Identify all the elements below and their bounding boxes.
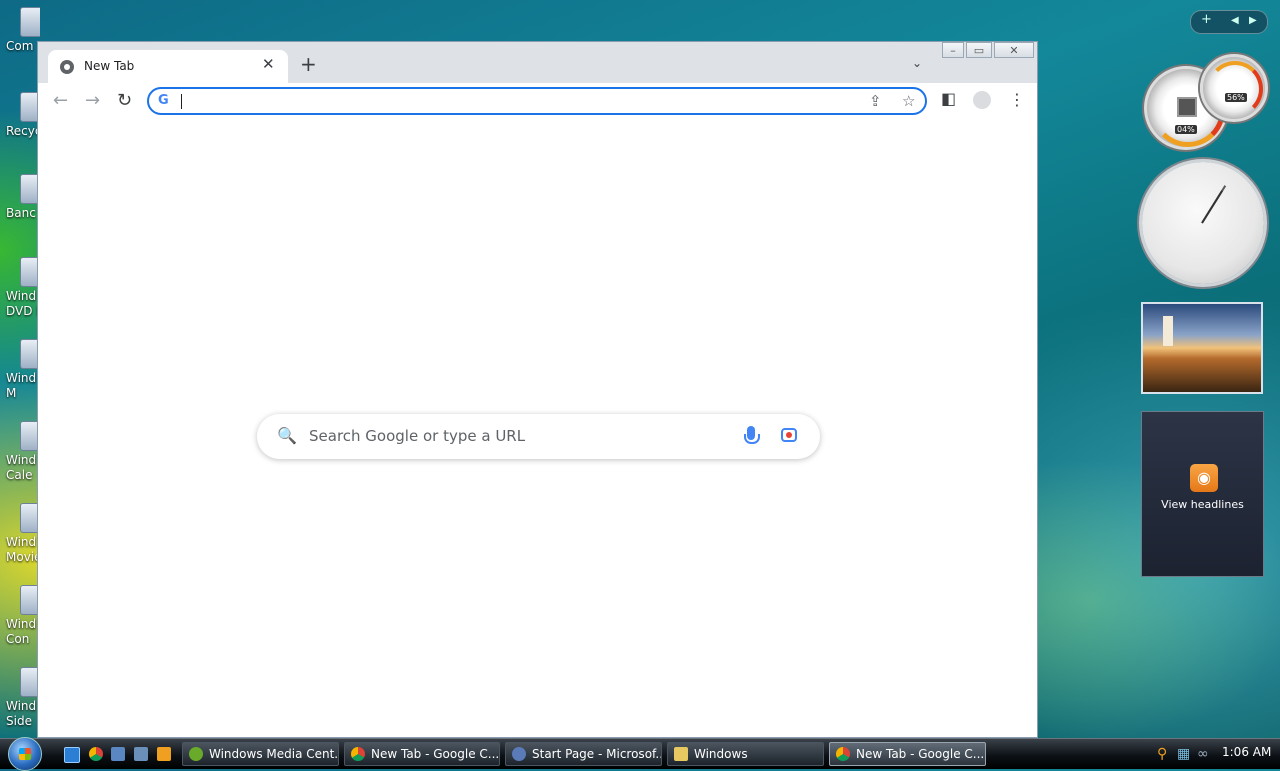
ntp-search-placeholder: Search Google or type a URL [309, 427, 526, 445]
taskbar-button[interactable]: Start Page - Microsof... [505, 742, 662, 766]
desktop-icon-label: Banc [6, 206, 36, 220]
desktop-icon-movie-maker[interactable]: Wind Movie [0, 501, 40, 571]
switch-windows-icon[interactable] [134, 747, 148, 761]
desktop-icon-computer[interactable]: Com [0, 5, 40, 75]
side-panel-icon[interactable]: ◧ [941, 89, 956, 108]
ie-quicklaunch-icon[interactable] [64, 747, 80, 763]
profile-icon[interactable] [973, 91, 991, 109]
microphone-icon[interactable] [744, 426, 760, 444]
chrome-icon [351, 747, 365, 761]
desktop-icon-label: WindDVD M [6, 289, 40, 318]
rss-icon: ◉ [1190, 464, 1218, 492]
desktop-icon-label: Wind Side [6, 699, 37, 728]
taskbar-button-label: New Tab - Google C... [371, 747, 500, 761]
cpu-chip-icon [1177, 97, 1197, 117]
close-window-button[interactable]: ✕ [994, 42, 1034, 58]
search-icon: 🔍 [277, 426, 297, 445]
computer-icon [20, 7, 40, 37]
window-controls: – ▭ ✕ [940, 42, 1038, 59]
minimize-button[interactable]: – [942, 42, 964, 58]
feed-label[interactable]: View headlines [1142, 498, 1263, 511]
taskbar: Windows Media Cent... New Tab - Google C… [0, 737, 1280, 771]
folder-icon [674, 747, 688, 761]
desktop-icon-label: Wind Movie [6, 535, 40, 564]
menu-icon[interactable]: ⋮ [1009, 90, 1025, 109]
browser-toolbar: ← → ↻ G ⇪ ☆ ◧ ⋮ [38, 83, 1037, 121]
taskbar-button[interactable]: Windows Media Cent... [182, 742, 339, 766]
add-gadget-icon[interactable]: + [1201, 12, 1212, 27]
desktop-icon-contacts[interactable]: Wind Con [0, 583, 40, 653]
start-button[interactable] [8, 737, 42, 771]
slideshow-gadget[interactable] [1141, 302, 1263, 394]
camera-lens-icon[interactable] [781, 428, 797, 442]
desktop-icon-dvd-maker[interactable]: WindDVD M [0, 255, 40, 325]
new-tab-button[interactable]: + [300, 54, 317, 74]
new-tab-page: 🔍 Search Google or type a URL [38, 120, 1037, 737]
taskbar-clock[interactable]: 1:06 AM [1222, 745, 1271, 759]
tab-new-tab[interactable]: New Tab ✕ [48, 50, 288, 83]
visual-studio-icon [512, 747, 526, 761]
desktop-icon-label: Wind Con [6, 617, 37, 646]
chevron-down-icon[interactable]: ⌄ [912, 56, 922, 70]
memory-meter-arc [1207, 61, 1263, 117]
taskbar-button-label: Start Page - Microsof... [532, 747, 662, 761]
desktop-icon-label: Recyc [6, 124, 40, 138]
back-icon[interactable]: ← [53, 90, 68, 111]
network-tray-icon[interactable]: ▦ [1177, 746, 1190, 762]
volume-tray-icon[interactable]: ∞ [1197, 746, 1209, 762]
memory-percent: 56% [1225, 93, 1247, 102]
taskbar-button[interactable]: Windows [667, 742, 824, 766]
close-icon[interactable]: ✕ [262, 55, 275, 73]
taskbar-button-label: New Tab - Google C... [856, 747, 985, 761]
desktop-icon-label: Com [6, 39, 34, 53]
desktop-icon-recycle-bin[interactable]: Recyc [0, 90, 40, 160]
maximize-button[interactable]: ▭ [966, 42, 992, 58]
tab-title: New Tab [84, 59, 135, 73]
chrome-favicon-icon [60, 60, 74, 74]
desktop-icon-calendar[interactable]: Wind Cale [0, 419, 40, 489]
taskbar-button[interactable]: New Tab - Google C... [344, 742, 500, 766]
cpu-percent: 04% [1175, 125, 1197, 134]
desktop-icon-sidebar[interactable]: Wind Side [0, 665, 40, 735]
previous-icon[interactable]: ◀ [1231, 15, 1239, 26]
taskbar-button-label: Windows [694, 747, 748, 761]
address-bar[interactable]: G ⇪ ☆ [147, 87, 927, 115]
share-icon[interactable]: ⇪ [869, 92, 882, 110]
reload-icon[interactable]: ↻ [117, 90, 132, 111]
star-icon[interactable]: ☆ [902, 92, 915, 110]
desktop-icon-banc[interactable]: Banc [0, 172, 40, 242]
taskbar-button-label: Windows Media Cent... [209, 747, 339, 761]
clock-gadget[interactable] [1142, 162, 1264, 284]
google-g-icon: G [158, 93, 169, 108]
media-player-icon[interactable] [157, 747, 171, 761]
sidebar-controls: + ◀ ▶ [1190, 10, 1268, 34]
search-tray-icon[interactable]: ⚲ [1157, 746, 1167, 762]
memory-meter-gadget[interactable]: 56% [1200, 54, 1268, 122]
lighthouse-image [1163, 316, 1173, 346]
chrome-quicklaunch-icon[interactable] [89, 747, 103, 761]
desktop-icon-windows-mail[interactable]: Wind M [0, 337, 40, 407]
desktop-icon-label: Wind Cale [6, 453, 37, 482]
forward-icon[interactable]: → [85, 90, 100, 111]
chrome-icon [836, 747, 850, 761]
feed-headlines-gadget[interactable]: ◉ View headlines [1141, 411, 1264, 577]
ntp-search-box[interactable]: 🔍 Search Google or type a URL [257, 414, 820, 459]
browser-window: New Tab ✕ + ⌄ – ▭ ✕ ← → ↻ G ⇪ ☆ ◧ ⋮ 🔍 Se… [37, 41, 1038, 738]
desktop-icon-label: Wind M [6, 371, 37, 400]
text-caret [181, 94, 182, 109]
next-icon[interactable]: ▶ [1249, 15, 1257, 26]
clock-minute-hand [1201, 185, 1227, 224]
taskbar-button-active[interactable]: New Tab - Google C... [829, 742, 986, 766]
media-center-icon [189, 747, 203, 761]
tab-strip: New Tab ✕ + ⌄ – ▭ ✕ [38, 42, 1037, 83]
show-desktop-icon[interactable] [111, 747, 125, 761]
